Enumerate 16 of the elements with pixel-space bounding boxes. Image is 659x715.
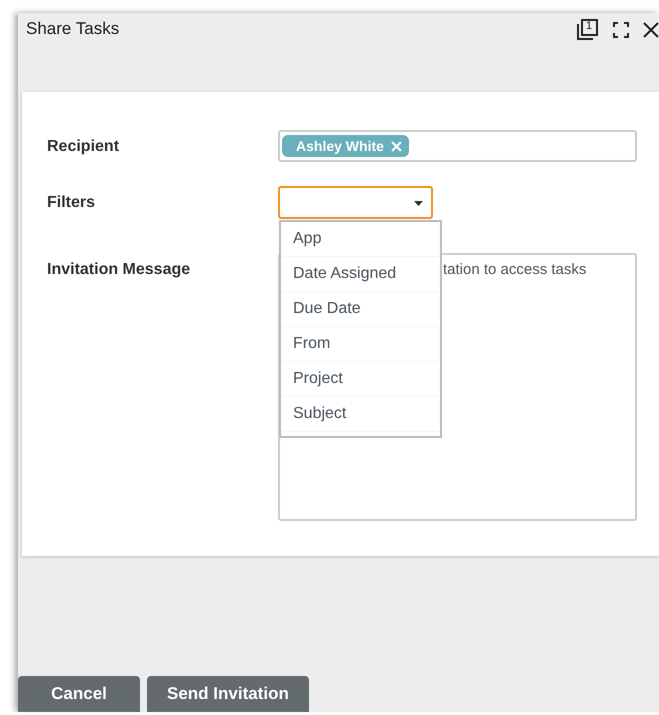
- field-label: Recipient: [47, 137, 120, 157]
- caret-icon: [414, 201, 423, 206]
- dialog-button[interactable]: Send Invitation: [147, 676, 309, 712]
- dropdown-option[interactable]: App: [281, 222, 440, 257]
- dialog-button[interactable]: Cancel: [18, 676, 140, 712]
- dropdown-option[interactable]: Subject: [281, 397, 440, 432]
- field-label: Invitation Message: [47, 260, 192, 280]
- window-title: Share Tasks: [26, 19, 120, 39]
- message-text: tation to access tasks: [443, 261, 586, 278]
- dropdown-option[interactable]: Date Assigned: [281, 257, 440, 292]
- dropdown-option[interactable]: From: [281, 327, 440, 362]
- field-label: Filters: [47, 193, 96, 213]
- dropdown-option[interactable]: Due Date: [281, 292, 440, 327]
- dropdown-option[interactable]: Project: [281, 362, 440, 397]
- close-icon[interactable]: [643, 22, 659, 38]
- maximize-icon[interactable]: [613, 22, 629, 38]
